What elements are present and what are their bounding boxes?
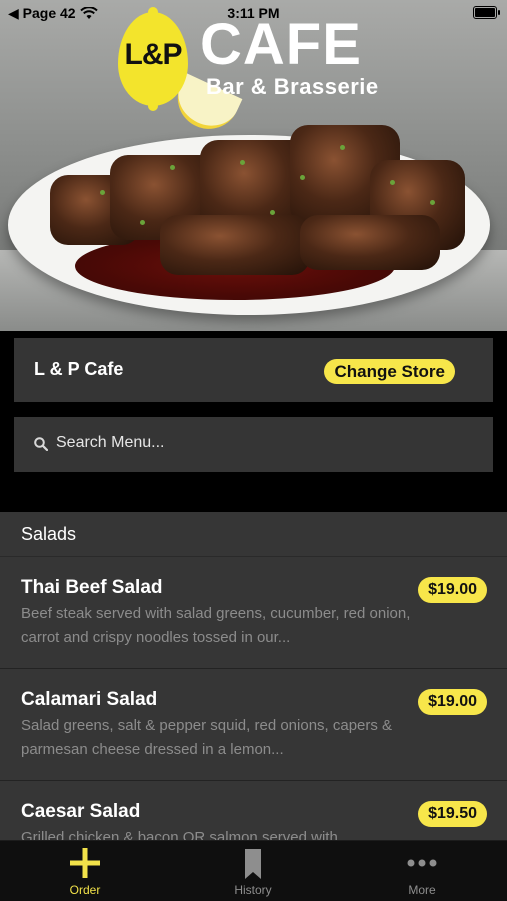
menu-item-price[interactable]: $19.00 <box>418 577 487 603</box>
status-bar: ◀ Page 42 3:11 PM <box>0 0 507 26</box>
bookmark-icon <box>245 849 261 879</box>
change-store-button[interactable]: Change Store <box>324 359 455 384</box>
hero-ribs <box>40 120 470 280</box>
menu-item-description: Beef steak served with salad greens, cuc… <box>21 605 411 646</box>
tab-label: Order <box>69 883 101 897</box>
hero-image: L&P CAFE Bar & Brasserie <box>0 0 507 331</box>
tab-label: More <box>408 883 436 897</box>
menu-item-description: Salad greens, salt & pepper squid, red o… <box>21 717 393 758</box>
menu-item-name: Calamari Salad <box>21 689 158 710</box>
more-icon <box>407 859 437 867</box>
menu-item-name: Caesar Salad <box>21 801 141 822</box>
menu-item-price[interactable]: $19.50 <box>418 801 487 827</box>
store-name: L & P Cafe <box>34 359 124 379</box>
tab-more[interactable]: More <box>362 841 482 901</box>
menu-section-header: Salads <box>0 512 507 557</box>
battery-icon <box>473 6 500 19</box>
tab-history[interactable]: History <box>193 841 313 901</box>
tab-order[interactable]: Order <box>25 841 145 901</box>
menu-item-price[interactable]: $19.00 <box>418 689 487 715</box>
tab-label: History <box>234 883 272 897</box>
search-icon <box>34 437 48 451</box>
menu-item[interactable]: Calamari Salad $19.00 Salad greens, salt… <box>0 669 507 781</box>
logo-subtitle: Bar & Brasserie <box>206 74 379 99</box>
plus-icon <box>70 848 100 878</box>
status-time: 3:11 PM <box>227 5 280 21</box>
logo-mark: L&P <box>124 38 183 71</box>
search-bar[interactable]: Search Menu... <box>14 417 493 472</box>
menu-item[interactable]: Thai Beef Salad $19.00 Beef steak served… <box>0 557 507 669</box>
section-title: Salads <box>21 524 77 544</box>
tab-bar: Order History More <box>0 840 507 901</box>
store-card: L & P Cafe Change Store <box>14 338 493 402</box>
menu-item-name: Thai Beef Salad <box>21 577 163 598</box>
search-input[interactable]: Search Menu... <box>56 434 165 452</box>
